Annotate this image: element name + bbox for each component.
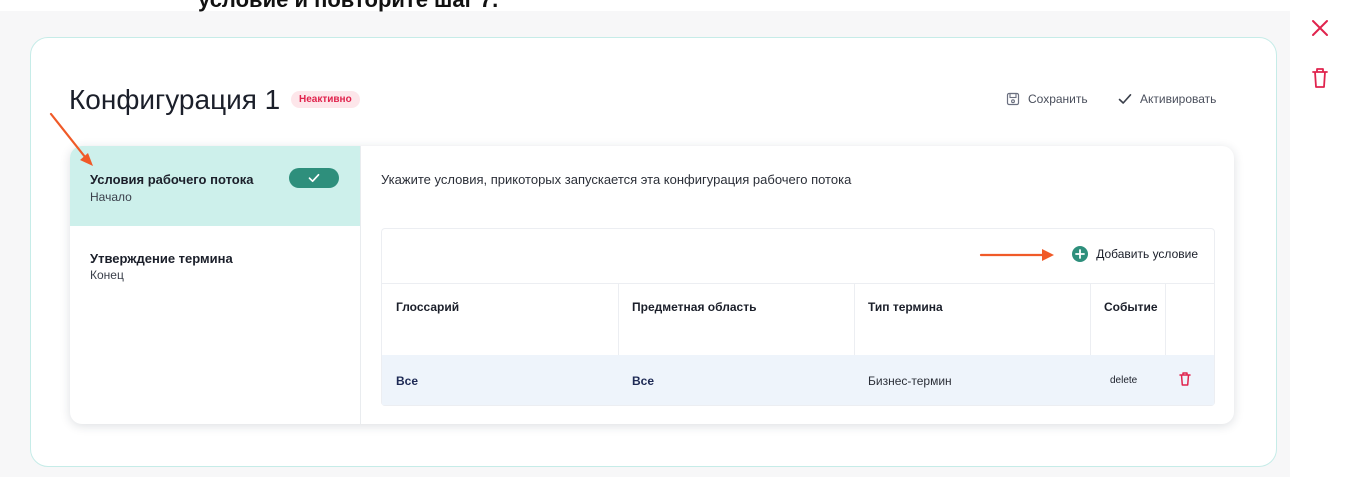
column-header-domain: Предметная область <box>618 284 855 356</box>
cell-glossary: Все <box>396 374 419 388</box>
checkmark-icon <box>1118 94 1132 104</box>
cell-domain: Все <box>632 374 655 388</box>
close-icon[interactable] <box>1309 17 1331 39</box>
column-header-event: Событие <box>1090 284 1166 356</box>
status-badge: Неактивно <box>291 91 360 108</box>
instruction-text-fragment: условие и повторите шаг 7. <box>198 0 498 13</box>
step-workflow-conditions[interactable]: Условия рабочего потока Начало <box>70 146 360 226</box>
column-header-term-type: Тип термина <box>854 284 1091 356</box>
workflow-card: Условия рабочего потока Начало Утвержден… <box>70 146 1234 424</box>
trash-icon[interactable] <box>1178 371 1192 387</box>
step-toggle[interactable] <box>289 168 339 188</box>
add-condition-button[interactable]: Добавить условие <box>1072 246 1198 262</box>
activate-button[interactable]: Активировать <box>1118 92 1216 106</box>
table-row: Все Все Бизнес-термин delete <box>382 355 1214 405</box>
step-subtitle: Конец <box>90 268 124 282</box>
workflow-steps: Условия рабочего потока Начало Утвержден… <box>70 146 361 424</box>
activate-label: Активировать <box>1140 92 1217 106</box>
cell-term-type: Бизнес-термин <box>868 374 952 388</box>
column-header-glossary: Глоссарий <box>382 284 619 356</box>
step-term-approval[interactable]: Утверждение термина Конец <box>70 242 360 302</box>
cell-event: delete <box>1110 375 1138 386</box>
plus-circle-icon <box>1072 246 1089 262</box>
step-subtitle: Начало <box>90 190 132 204</box>
step-title: Условия рабочего потока <box>90 172 254 187</box>
page-title: Конфигурация 1 <box>69 84 281 115</box>
save-button[interactable]: Сохранить <box>1006 92 1088 106</box>
trash-icon[interactable] <box>1309 66 1331 90</box>
step-title: Утверждение термина <box>90 251 233 266</box>
save-label: Сохранить <box>1028 92 1088 106</box>
save-icon <box>1006 92 1020 106</box>
checkmark-icon <box>308 173 320 183</box>
add-condition-label: Добавить условие <box>1096 247 1198 261</box>
table-header-row: Глоссарий Предметная область Тип термина… <box>382 283 1214 356</box>
conditions-description: Укажите условия, прикоторых запускается … <box>381 172 852 187</box>
conditions-table: Добавить условие Глоссарий Предметная об… <box>381 228 1215 406</box>
